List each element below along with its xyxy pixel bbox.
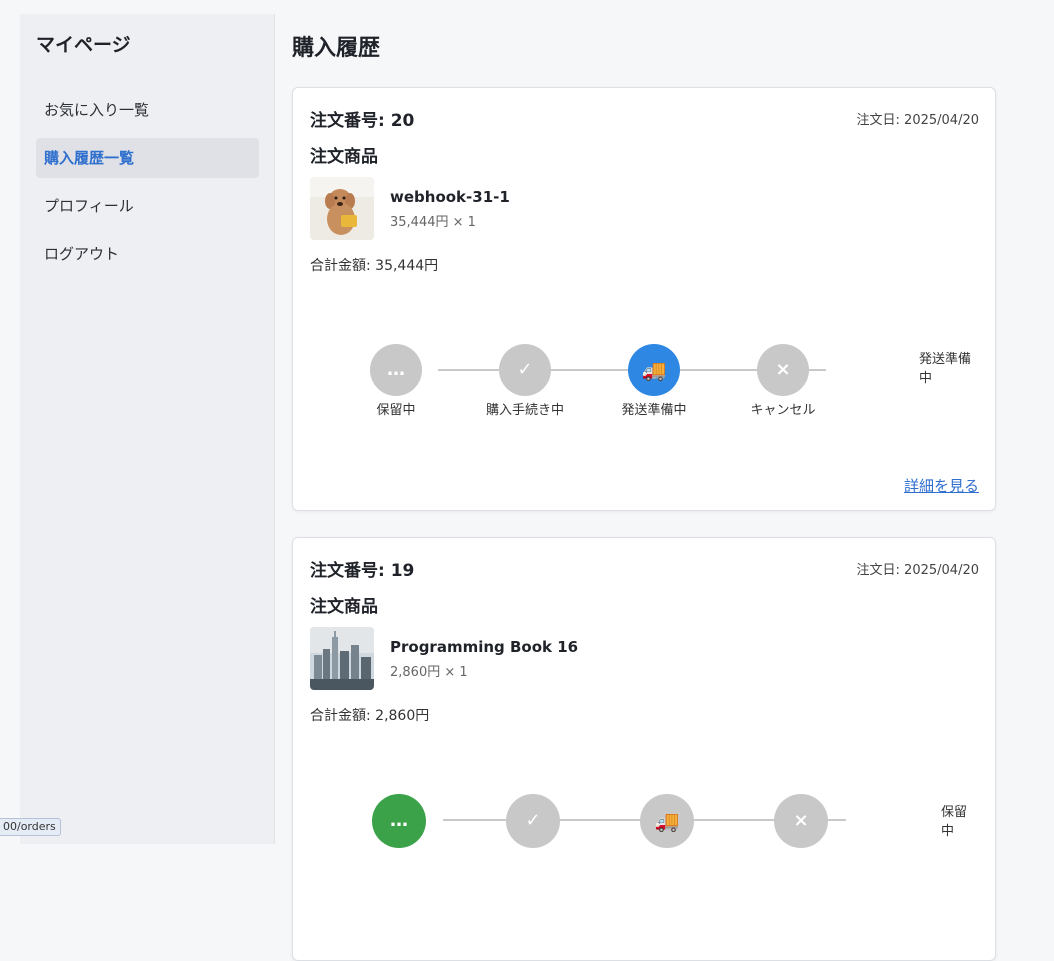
order-status: 発送準備中	[919, 352, 972, 386]
order-number: 注文番号: 20	[310, 111, 415, 131]
step-label: 発送準備中	[621, 403, 687, 418]
sidebar: マイページ お気に入り一覧 購入履歴一覧 プロフィール ログアウト	[20, 14, 275, 844]
product-price: 35,444円 × 1	[390, 215, 476, 230]
order-date: 注文日: 2025/04/20	[856, 563, 979, 578]
step-label: 購入手続き中	[485, 403, 564, 418]
order-date: 注文日: 2025/04/20	[856, 113, 979, 128]
product-name[interactable]: webhook-31-1	[390, 188, 510, 206]
step-shipping-prep-icon: 🚚	[628, 344, 680, 396]
step-pending-icon: …	[370, 344, 422, 396]
sidebar-title: マイページ	[36, 34, 131, 56]
step-label: キャンセル	[750, 403, 816, 418]
sidebar-item-logout[interactable]: ログアウト	[36, 234, 259, 274]
view-details-link[interactable]: 詳細を見る	[904, 475, 979, 496]
order-items-heading: 注文商品	[310, 597, 378, 617]
sidebar-item-profile[interactable]: プロフィール	[36, 186, 259, 226]
product-name[interactable]: Programming Book 16	[390, 638, 578, 656]
sidebar-item-purchase-history[interactable]: 購入履歴一覧	[36, 138, 259, 178]
step-cancel-icon: ×	[774, 794, 828, 848]
sidebar-item-favorites[interactable]: お気に入り一覧	[36, 90, 259, 130]
step-cancel-icon: ×	[757, 344, 809, 396]
order-status: 保留中	[941, 805, 968, 839]
order-number: 注文番号: 19	[310, 561, 415, 581]
page-title: 購入履歴	[292, 36, 381, 61]
product-thumbnail[interactable]	[310, 177, 374, 240]
step-shipping-prep-icon: 🚚	[640, 794, 694, 848]
step-checkout-icon: ✓	[499, 344, 551, 396]
order-items-heading: 注文商品	[310, 147, 378, 167]
product-price: 2,860円 × 1	[390, 665, 468, 680]
order-total: 合計金額: 35,444円	[310, 258, 439, 274]
order-card: 注文番号: 19 注文日: 2025/04/20 注文商品 Programmin…	[292, 537, 996, 961]
order-total: 合計金額: 2,860円	[310, 708, 430, 724]
status-bar-url: 00/orders	[0, 818, 61, 836]
step-checkout-icon: ✓	[506, 794, 560, 848]
order-card: 注文番号: 20 注文日: 2025/04/20 注文商品 webhook-31…	[292, 87, 996, 511]
product-thumbnail[interactable]	[310, 627, 374, 690]
step-label: 保留中	[376, 403, 416, 418]
step-pending-icon: …	[372, 794, 426, 848]
